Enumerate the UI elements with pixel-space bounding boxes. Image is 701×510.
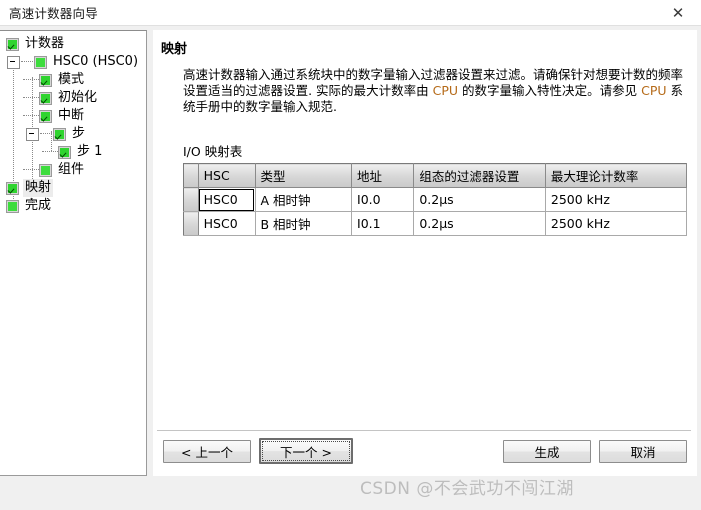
tree-dotted-connector [21,61,33,63]
green-box-icon [6,199,19,213]
cell-rate[interactable]: 2500 kHz [545,187,688,212]
sidebar-item-label: 中断 [58,108,85,123]
window-title: 高速计数器向导 [9,6,98,21]
sidebar-item-label: 模式 [58,72,85,87]
cell-address[interactable]: I0.1 [351,211,415,236]
tree-dotted-connector [40,133,52,135]
page-title: 映射 [161,42,188,57]
collapse-expander-icon[interactable] [26,127,39,141]
cell-address[interactable]: I0.0 [351,187,415,212]
row-selector-cell[interactable] [183,211,199,236]
title-bar: 高速计数器向导 ✕ [0,0,701,26]
sidebar-item-label: 计数器 [25,36,65,51]
sidebar-item-mapping[interactable]: 映射 [3,179,146,197]
sidebar-item-label: 映射 [23,179,54,197]
sidebar-item-initialization[interactable]: 初始化 [3,89,146,107]
column-header-rate[interactable]: 最大理论计数率 [545,163,688,188]
keyword-cpu-2: CPU [641,83,667,98]
cell-filter[interactable]: 0.2µs [413,211,546,236]
keyword-cpu-1: CPU [432,83,459,98]
sidebar-item-counter[interactable]: 计数器 [3,35,146,53]
close-icon[interactable]: ✕ [655,0,701,25]
sidebar-item-interrupt[interactable]: 中断 [3,107,146,125]
tree-dotted-connector [23,169,39,171]
table-row[interactable]: HSC0 B 相时钟 I0.1 0.2µs 2500 kHz [183,211,688,236]
io-mapping-table: HSC 类型 地址 组态的过滤器设置 最大理论计数率 HSC0 A 相时钟 I0… [183,163,688,236]
checked-green-icon [6,181,19,195]
checked-green-icon [39,73,52,87]
cell-type[interactable]: B 相时钟 [255,211,353,236]
sidebar-item-label: 步 [72,126,86,141]
next-button[interactable]: 下一个 > [259,438,353,464]
sidebar-item-hsc0[interactable]: HSC0 (HSC0) [3,53,146,71]
cell-rate[interactable]: 2500 kHz [545,211,688,236]
sidebar-item-step-1[interactable]: 步 1 [3,143,146,161]
wizard-step-tree[interactable]: 计数器 HSC0 (HSC0) 模式 初始化 中断 步 步 1 组件 映射 完成 [0,30,147,476]
column-header-address[interactable]: 地址 [351,163,415,188]
next-button-label: 下一个 > [280,444,332,460]
tree-dotted-connector [23,79,39,81]
checked-green-icon [58,145,71,159]
cell-hsc[interactable]: HSC0 [198,187,256,212]
column-header-filter[interactable]: 组态的过滤器设置 [413,163,546,188]
sidebar-item-label: 组件 [58,162,85,177]
checked-green-icon [53,127,66,141]
sidebar-item-mode[interactable]: 模式 [3,71,146,89]
dialog-footer: < 上一个 下一个 > 生成 取消 [153,428,697,476]
cell-type[interactable]: A 相时钟 [255,187,353,212]
sidebar-item-components[interactable]: 组件 [3,161,146,179]
cancel-button[interactable]: 取消 [599,440,687,463]
tree-dotted-connector [42,151,58,153]
io-map-table-label: I/O 映射表 [183,144,243,159]
sidebar-item-label: 完成 [25,198,52,213]
content-pane: 映射 高速计数器输入通过系统块中的数字量输入过滤器设置来过滤。请确保针对想要计数… [153,30,697,476]
row-selector-header [183,163,199,188]
sidebar-item-label: 步 1 [75,143,104,161]
description-text: 高速计数器输入通过系统块中的数字量输入过滤器设置来过滤。请确保针对想要计数的频率… [183,67,683,115]
sidebar-item-label-text: 步 1 [77,144,103,159]
checked-green-icon [6,37,19,51]
sidebar-item-finish[interactable]: 完成 [3,197,146,215]
table-row[interactable]: HSC0 A 相时钟 I0.0 0.2µs 2500 kHz [183,187,688,212]
table-header-row: HSC 类型 地址 组态的过滤器设置 最大理论计数率 [183,163,688,188]
footer-divider [157,430,691,432]
sidebar-item-label: HSC0 (HSC0) [53,54,139,69]
checked-green-icon [39,91,52,105]
generate-button[interactable]: 生成 [503,440,591,463]
checked-green-icon [39,109,52,123]
cell-filter[interactable]: 0.2µs [413,187,546,212]
sidebar-item-step[interactable]: 步 [3,125,146,143]
row-selector-cell[interactable] [183,187,199,212]
description-part-2: 的数字量输入特性决定。请参见 [458,83,642,98]
sidebar-item-label: 初始化 [58,90,98,105]
column-header-type[interactable]: 类型 [255,163,353,188]
collapse-expander-icon[interactable] [7,55,20,69]
tree-dotted-connector [23,97,39,99]
tree-dotted-connector [23,115,39,117]
green-box-icon [39,163,52,177]
cell-hsc[interactable]: HSC0 [198,211,256,236]
dialog-body: 计数器 HSC0 (HSC0) 模式 初始化 中断 步 步 1 组件 映射 完成… [0,26,701,510]
column-header-hsc[interactable]: HSC [198,163,256,188]
green-box-icon [34,55,47,69]
previous-button[interactable]: < 上一个 [163,440,251,463]
